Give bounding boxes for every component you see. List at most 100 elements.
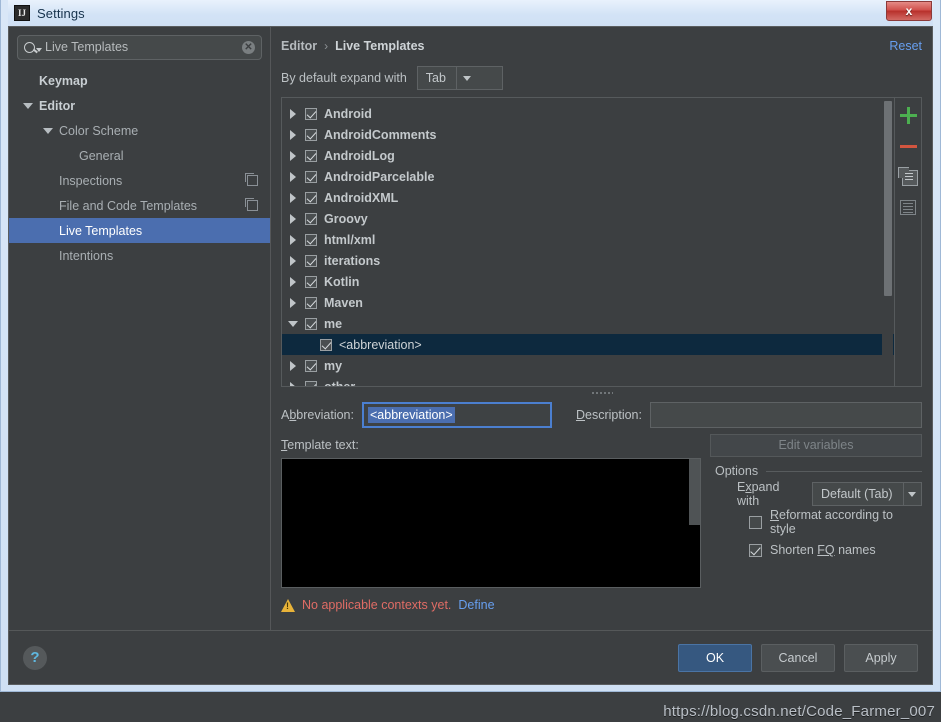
chevron-down-icon[interactable] xyxy=(43,127,53,134)
define-context-link[interactable]: Define xyxy=(458,598,494,612)
template-enabled-checkbox[interactable] xyxy=(305,170,317,183)
sidebar-item-inspections[interactable]: Inspections xyxy=(9,168,270,193)
window-title: Settings xyxy=(37,5,85,21)
template-enabled-checkbox[interactable] xyxy=(305,317,317,330)
remove-template-button[interactable] xyxy=(898,136,918,156)
table-row[interactable]: Android xyxy=(282,103,894,124)
template-text-label: Template text: xyxy=(281,438,359,452)
sidebar-item-label: Color Scheme xyxy=(59,123,139,138)
shorten-fq-option-row[interactable]: Shorten FQ names xyxy=(715,536,922,564)
table-row[interactable]: my xyxy=(282,355,894,376)
sidebar-item-file-and-code-templates[interactable]: File and Code Templates xyxy=(9,193,270,218)
sidebar-item-keymap[interactable]: Keymap xyxy=(9,68,270,93)
ok-button[interactable]: OK xyxy=(678,643,752,672)
template-group-label: me xyxy=(324,316,343,331)
table-row[interactable]: me xyxy=(282,313,894,334)
settings-sidebar: Live Templates ✕ Keymap Editor Color Schem… xyxy=(9,27,271,630)
templates-tree-scrollbar[interactable] xyxy=(882,99,893,385)
warning-text: No applicable contexts yet. xyxy=(302,598,452,612)
table-row[interactable]: AndroidLog xyxy=(282,145,894,166)
chevron-right-icon[interactable] xyxy=(290,129,296,140)
duplicate-template-button[interactable] xyxy=(898,167,918,187)
template-text-editor[interactable] xyxy=(281,458,701,588)
reformat-option-row[interactable]: Reformat according to style xyxy=(715,508,922,536)
cancel-button[interactable]: Cancel xyxy=(761,643,835,672)
chevron-down-icon[interactable] xyxy=(288,320,298,327)
chevron-right-icon[interactable] xyxy=(290,297,296,308)
abbreviation-input-value: <abbreviation> xyxy=(367,407,455,423)
sidebar-item-live-templates[interactable]: Live Templates xyxy=(9,218,270,243)
table-row[interactable]: other xyxy=(282,376,894,386)
table-row[interactable]: AndroidComments xyxy=(282,124,894,145)
chevron-right-icon[interactable] xyxy=(290,360,296,371)
breadcrumb-current: Live Templates xyxy=(335,39,425,53)
abbreviation-description-row: Abbreviation: <abbreviation> Description… xyxy=(281,398,922,432)
search-input[interactable]: Live Templates ✕ xyxy=(17,35,262,60)
default-expand-select[interactable]: Tab xyxy=(416,66,503,90)
reformat-checkbox[interactable] xyxy=(749,515,762,529)
template-group-label: AndroidParcelable xyxy=(324,169,435,184)
apply-button[interactable]: Apply xyxy=(844,643,918,672)
sidebar-item-general[interactable]: General xyxy=(9,143,270,168)
chevron-right-icon[interactable] xyxy=(290,276,296,287)
footer-buttons: OK Cancel Apply xyxy=(678,643,918,672)
template-enabled-checkbox[interactable] xyxy=(305,107,317,120)
template-enabled-checkbox[interactable] xyxy=(305,212,317,225)
chevron-down-icon xyxy=(455,67,478,89)
chevron-right-icon[interactable] xyxy=(290,150,296,161)
table-row[interactable]: Maven xyxy=(282,292,894,313)
templates-tree-scrollbar-thumb[interactable] xyxy=(884,101,892,296)
templates-tree[interactable]: Android AndroidComments AndroidLog AndroidP… xyxy=(281,97,895,387)
template-enabled-checkbox[interactable] xyxy=(305,380,317,386)
options-divider xyxy=(766,470,922,472)
chevron-right-icon[interactable] xyxy=(290,171,296,182)
abbreviation-input[interactable]: <abbreviation> xyxy=(361,402,552,428)
table-row[interactable]: iterations xyxy=(282,250,894,271)
template-enabled-checkbox[interactable] xyxy=(305,233,317,246)
template-enabled-checkbox[interactable] xyxy=(320,338,332,351)
table-row[interactable]: AndroidParcelable xyxy=(282,166,894,187)
clear-search-icon[interactable]: ✕ xyxy=(242,41,255,54)
chevron-down-icon[interactable] xyxy=(23,102,33,109)
edit-variables-button[interactable]: Edit variables xyxy=(710,433,922,457)
description-input[interactable] xyxy=(650,402,922,428)
template-group-label: Groovy xyxy=(324,211,368,226)
sidebar-item-intentions[interactable]: Intentions xyxy=(9,243,270,268)
shorten-fq-checkbox[interactable] xyxy=(749,543,762,557)
copy-icon xyxy=(902,170,918,186)
chevron-right-icon[interactable] xyxy=(290,192,296,203)
breadcrumb-parent[interactable]: Editor xyxy=(281,39,317,53)
options-group: Options Expand with Default (Tab) Reform… xyxy=(715,458,922,588)
template-enabled-checkbox[interactable] xyxy=(305,149,317,162)
expand-with-select[interactable]: Default (Tab) xyxy=(812,482,922,506)
chevron-right-icon[interactable] xyxy=(290,381,296,386)
options-legend: Options xyxy=(715,462,922,480)
template-enabled-checkbox[interactable] xyxy=(305,128,317,141)
chevron-right-icon[interactable] xyxy=(290,234,296,245)
template-group-label: <abbreviation> xyxy=(339,337,422,352)
close-window-button[interactable]: x xyxy=(886,1,932,21)
table-row[interactable]: html/xml xyxy=(282,229,894,250)
abbreviation-label: Abbreviation: xyxy=(281,408,354,422)
table-row[interactable]: <abbreviation> xyxy=(282,334,894,355)
template-enabled-checkbox[interactable] xyxy=(305,359,317,372)
table-row[interactable]: AndroidXML xyxy=(282,187,894,208)
table-row[interactable]: Kotlin xyxy=(282,271,894,292)
sidebar-item-editor[interactable]: Editor xyxy=(9,93,270,118)
add-template-button[interactable] xyxy=(898,105,918,125)
template-group-button[interactable] xyxy=(898,198,918,218)
chevron-right-icon[interactable] xyxy=(290,213,296,224)
template-enabled-checkbox[interactable] xyxy=(305,296,317,309)
help-button[interactable]: ? xyxy=(23,645,47,670)
template-enabled-checkbox[interactable] xyxy=(305,254,317,267)
splitter-handle[interactable] xyxy=(281,387,922,398)
shorten-fq-label: Shorten FQ names xyxy=(770,543,876,557)
template-enabled-checkbox[interactable] xyxy=(305,191,317,204)
template-enabled-checkbox[interactable] xyxy=(305,275,317,288)
reset-link[interactable]: Reset xyxy=(889,39,922,53)
table-row[interactable]: Groovy xyxy=(282,208,894,229)
chevron-right-icon[interactable] xyxy=(290,108,296,119)
template-text-scrollbar[interactable] xyxy=(689,459,700,525)
chevron-right-icon[interactable] xyxy=(290,255,296,266)
sidebar-item-color-scheme[interactable]: Color Scheme xyxy=(9,118,270,143)
